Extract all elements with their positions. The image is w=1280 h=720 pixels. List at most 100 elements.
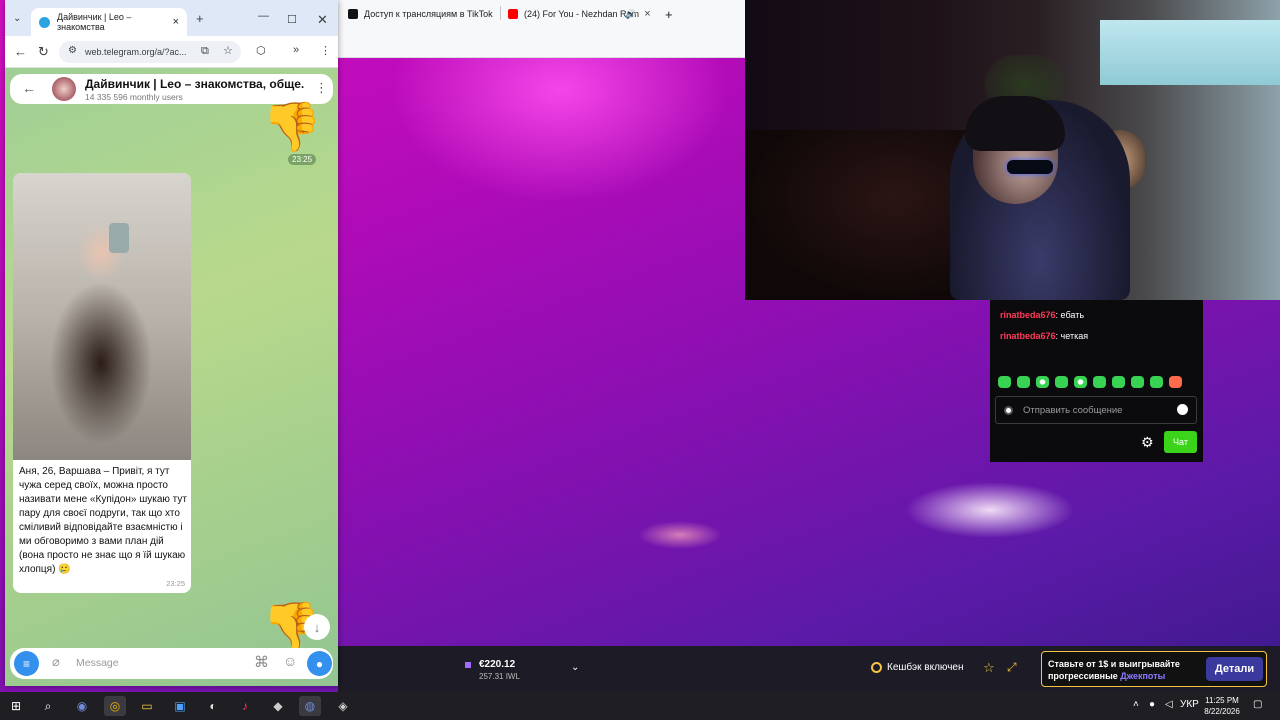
- notifications-icon[interactable]: ▢: [1253, 699, 1262, 710]
- emote-icon[interactable]: [1055, 376, 1068, 388]
- emote-bar: [998, 376, 1182, 388]
- start-icon[interactable]: ⊞: [5, 696, 27, 716]
- emoji-icon[interactable]: ☺: [283, 653, 297, 669]
- extensions-icon[interactable]: ⬡: [256, 44, 266, 57]
- emote-icon[interactable]: [1131, 376, 1144, 388]
- file-explorer-icon[interactable]: ▭: [136, 696, 158, 716]
- chat-subtitle: 14 335 596 monthly users: [85, 92, 183, 102]
- avatar[interactable]: [52, 77, 76, 101]
- points-icon[interactable]: [1004, 405, 1013, 415]
- microphone-icon[interactable]: ●: [1149, 699, 1155, 710]
- more-tabs-icon[interactable]: »: [293, 44, 299, 56]
- clock-date: 8/22/2026: [1204, 707, 1240, 716]
- thumbs-down-sticker: 👎: [262, 101, 322, 154]
- address-bar-row: ← ↻ web.telegram.org/a/?ac... ⚙ ⧉ ☆ ⬡ » …: [5, 36, 338, 68]
- discord-icon[interactable]: ◉: [71, 696, 93, 716]
- chevron-up-icon[interactable]: ˄: [1133, 699, 1139, 710]
- microphone-button[interactable]: ●: [307, 651, 332, 676]
- gear-icon[interactable]: ⚙: [1141, 434, 1154, 451]
- emote-icon[interactable]: [1150, 376, 1163, 388]
- telegram-tabbar: ⌄ Дайвинчик | Leo – знакомства × + — ☐ ✕: [5, 0, 338, 36]
- clock[interactable]: 11:25 PM 8/22/2026: [1200, 695, 1244, 717]
- message-time: 23:25: [288, 154, 317, 165]
- site-info-icon[interactable]: ⚙: [68, 45, 77, 56]
- close-icon[interactable]: ×: [173, 16, 179, 28]
- jackpot-promo: Ставьте от 1$ и выигрывайте прогрессивны…: [1041, 651, 1267, 687]
- tab-label: Дайвинчик | Leo – знакомства: [57, 12, 132, 32]
- chat-send-button[interactable]: Чат: [1164, 431, 1197, 453]
- speaker-icon[interactable]: 🔊: [625, 9, 636, 20]
- emote-icon[interactable]: [1169, 376, 1182, 388]
- emote-icon[interactable]: [1093, 376, 1106, 388]
- new-tab-button[interactable]: +: [665, 4, 685, 24]
- url-text: web.telegram.org/a/?ac...: [85, 47, 187, 57]
- promo-details-button[interactable]: Детали: [1206, 657, 1263, 681]
- emote-icon[interactable]: [1036, 376, 1049, 388]
- game-controller-icon[interactable]: ◍: [299, 696, 321, 716]
- emote-icon[interactable]: [1017, 376, 1030, 388]
- chat-message-input[interactable]: Отправить сообщение: [995, 396, 1197, 424]
- webcam-glasses: [1007, 160, 1053, 174]
- background-browser-tabbar: Доступ к трансляциям в TikTok × (24) For…: [338, 0, 745, 58]
- message-text: Аня, 26, Варшава – Привіт, я тут чужа се…: [19, 466, 187, 575]
- message-input[interactable]: Message: [76, 657, 119, 669]
- close-window-icon[interactable]: ✕: [317, 12, 328, 28]
- photo-phone: [109, 223, 129, 253]
- reload-icon[interactable]: ↻: [38, 44, 49, 60]
- chevron-down-icon[interactable]: ⌄: [13, 13, 21, 24]
- maximize-icon[interactable]: ☐: [287, 13, 297, 26]
- app-icon[interactable]: ◆: [267, 696, 289, 716]
- emoji-picker-icon[interactable]: [1177, 404, 1188, 415]
- balance-main: €220.12: [465, 659, 520, 670]
- tray-language[interactable]: УКР: [1180, 699, 1199, 710]
- back-arrow-icon[interactable]: ←: [14, 44, 27, 59]
- scroll-down-button[interactable]: ↓: [304, 614, 330, 640]
- minimize-icon[interactable]: —: [258, 10, 269, 22]
- search-icon[interactable]: ⌕: [37, 696, 59, 716]
- tab-tiktok-access[interactable]: Доступ к трансляциям в TikTok ×: [348, 4, 498, 24]
- webcam-overlay: [745, 0, 1280, 300]
- tab-divider: [500, 6, 501, 20]
- back-arrow-icon[interactable]: ←: [22, 80, 36, 96]
- chat-username[interactable]: rinatbeda676: [1000, 331, 1056, 341]
- bot-menu-button[interactable]: ≡: [14, 651, 39, 676]
- bookmark-star-icon[interactable]: ☆: [223, 44, 233, 57]
- profile-photo[interactable]: [13, 173, 191, 460]
- store-icon[interactable]: ▣: [169, 696, 191, 716]
- tiktok-icon[interactable]: ♪: [234, 696, 256, 716]
- chevron-down-icon[interactable]: ⌄: [571, 662, 579, 673]
- telegram-browser-window: ⌄ Дайвинчик | Leo – знакомства × + — ☐ ✕…: [5, 0, 338, 686]
- more-icon[interactable]: ⋮: [315, 80, 328, 96]
- cashback-label: Кешбэк включен: [887, 662, 964, 673]
- balance-widget[interactable]: €220.12 257.31 IWL: [465, 659, 520, 681]
- emote-icon[interactable]: [1112, 376, 1125, 388]
- command-icon[interactable]: ⌘: [254, 653, 269, 671]
- promo-line-1: Ставьте от 1$ и выигрывайте: [1048, 659, 1180, 669]
- emote-icon[interactable]: [998, 376, 1011, 388]
- chat-message: rinatbeda676: ебать: [1000, 310, 1084, 320]
- webcam-window-light: [1100, 20, 1280, 85]
- chat-title[interactable]: Дайвинчик | Leo – знакомства, обще...: [85, 77, 305, 91]
- close-icon[interactable]: ×: [644, 8, 650, 20]
- obs-icon[interactable]: ◐: [202, 696, 224, 716]
- install-icon[interactable]: ⧉: [201, 45, 209, 58]
- url-field[interactable]: web.telegram.org/a/?ac...: [59, 41, 241, 63]
- star-icon[interactable]: ☆: [983, 660, 995, 676]
- telegram-chat-area: ← Дайвинчик | Leo – знакомства, обще... …: [5, 68, 338, 686]
- message-composer: ≡ ⌀ Message ⌘ ☺ ●: [10, 648, 333, 679]
- chat-message: rinatbeda676: четкая: [1000, 331, 1088, 341]
- emote-icon[interactable]: [1074, 376, 1087, 388]
- tab-telegram[interactable]: Дайвинчик | Leo – знакомства ×: [31, 8, 187, 36]
- chrome-icon[interactable]: ◎: [104, 696, 126, 716]
- new-tab-icon[interactable]: +: [196, 12, 204, 25]
- tab-youtube-controls: 🔊 ×: [625, 4, 665, 24]
- browser-menu-icon[interactable]: ⋮: [320, 44, 331, 57]
- expand-icon[interactable]: ⤢: [1007, 660, 1017, 675]
- chat-username[interactable]: rinatbeda676: [1000, 310, 1056, 320]
- volume-icon[interactable]: ◁: [1165, 699, 1173, 710]
- cashback-status[interactable]: Кешбэк включен: [871, 662, 964, 673]
- attach-icon[interactable]: ⌀: [52, 654, 60, 670]
- profile-message: Аня, 26, Варшава – Привіт, я тут чужа се…: [13, 173, 191, 593]
- app-icon[interactable]: ◈: [332, 696, 354, 716]
- message-time: 23:25: [166, 579, 185, 588]
